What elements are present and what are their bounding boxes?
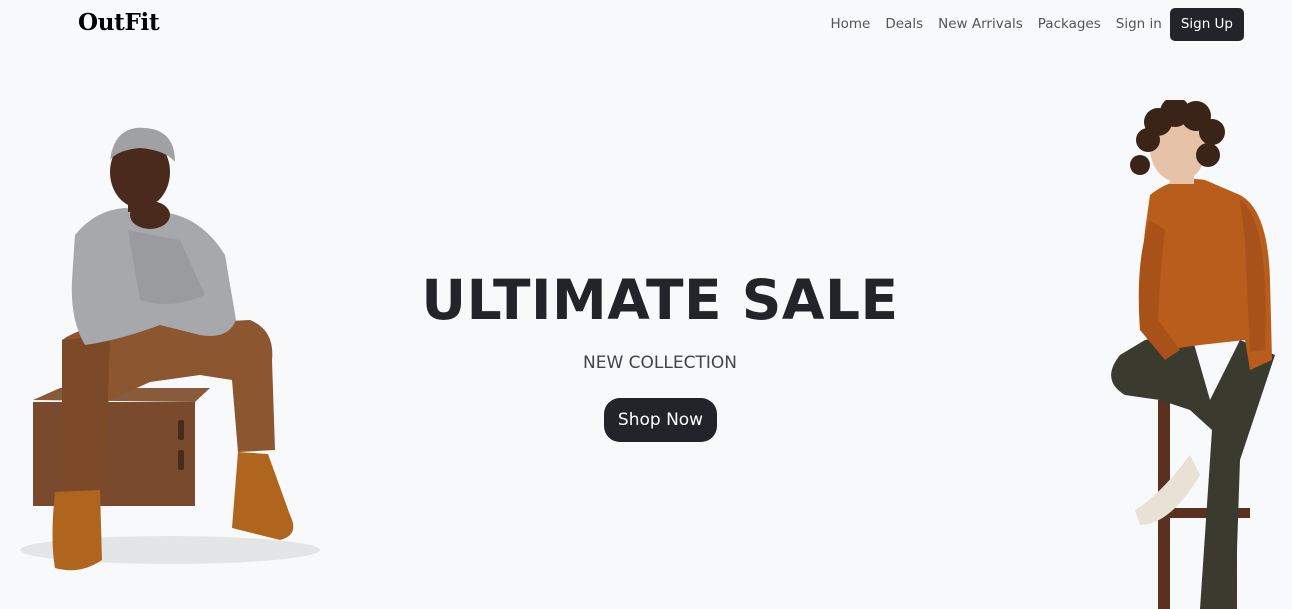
shop-now-button[interactable]: Shop Now [604, 398, 717, 442]
hero-image-right [1111, 100, 1275, 609]
hero-section: ULTIMATE SALE NEW COLLECTION Shop Now [0, 0, 1292, 609]
